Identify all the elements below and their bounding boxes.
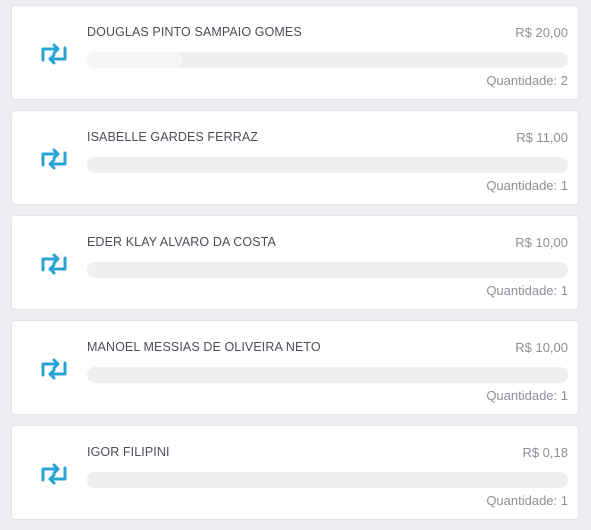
item-quantity: Quantidade: 1 (486, 283, 568, 298)
progress-bar (87, 367, 568, 383)
item-amount: R$ 11,00 (516, 130, 568, 145)
item-name: DOUGLAS PINTO SAMPAIO GOMES (87, 25, 302, 39)
item-amount: R$ 10,00 (515, 235, 568, 250)
item-list: DOUGLAS PINTO SAMPAIO GOMES R$ 20,00 Qua… (11, 5, 579, 530)
progress-bar (87, 52, 568, 68)
progress-bar (87, 157, 568, 173)
retweet-icon (41, 253, 67, 275)
retweet-icon (41, 43, 67, 65)
item-quantity: Quantidade: 1 (486, 178, 568, 193)
item-quantity: Quantidade: 1 (486, 493, 568, 508)
item-quantity: Quantidade: 2 (486, 73, 568, 88)
item-name: ISABELLE GARDES FERRAZ (87, 130, 258, 144)
item-name: IGOR FILIPINI (87, 445, 170, 459)
item-amount: R$ 0,18 (522, 445, 568, 460)
list-item[interactable]: MANOEL MESSIAS DE OLIVEIRA NETO R$ 10,00… (11, 320, 579, 415)
progress-bar (87, 262, 568, 278)
progress-fill (87, 52, 184, 68)
retweet-icon (41, 358, 67, 380)
item-quantity: Quantidade: 1 (486, 388, 568, 403)
retweet-icon (41, 463, 67, 485)
item-amount: R$ 20,00 (515, 25, 568, 40)
list-item[interactable]: ISABELLE GARDES FERRAZ R$ 11,00 Quantida… (11, 110, 579, 205)
list-item[interactable]: IGOR FILIPINI R$ 0,18 Quantidade: 1 (11, 425, 579, 520)
item-name: EDER KLAY ALVARO DA COSTA (87, 235, 276, 249)
list-item[interactable]: DOUGLAS PINTO SAMPAIO GOMES R$ 20,00 Qua… (11, 5, 579, 100)
retweet-icon (41, 148, 67, 170)
item-amount: R$ 10,00 (515, 340, 568, 355)
item-name: MANOEL MESSIAS DE OLIVEIRA NETO (87, 340, 321, 354)
list-item[interactable]: EDER KLAY ALVARO DA COSTA R$ 10,00 Quant… (11, 215, 579, 310)
progress-bar (87, 472, 568, 488)
